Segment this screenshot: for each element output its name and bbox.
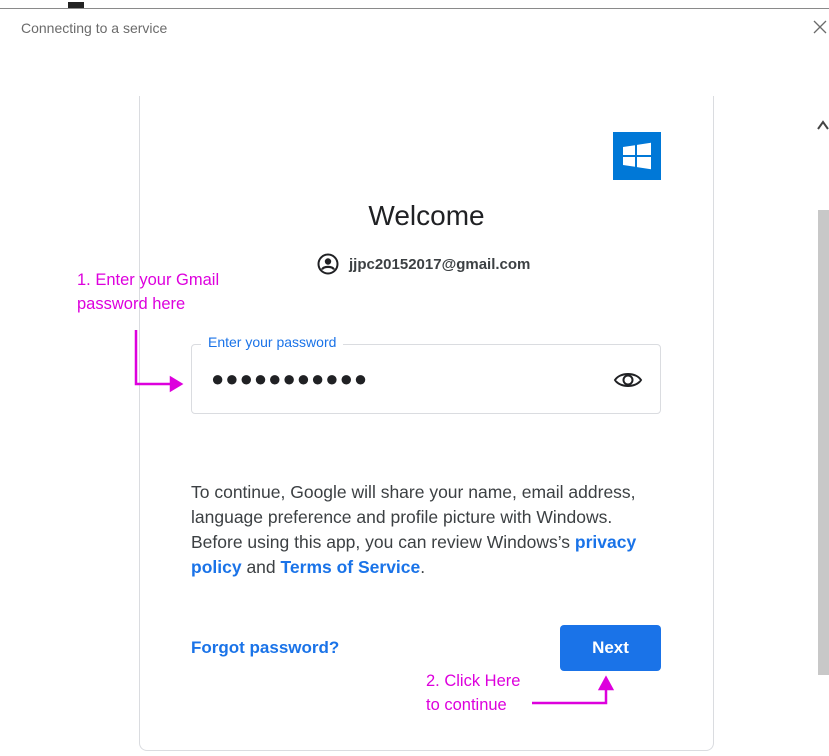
arrow-to-next-button <box>532 675 615 705</box>
annotation-arrows <box>134 330 615 705</box>
scrollbar-thumb[interactable] <box>818 210 829 675</box>
arrow-to-password-field <box>134 330 184 393</box>
scroll-up-arrow-icon[interactable] <box>816 118 829 132</box>
